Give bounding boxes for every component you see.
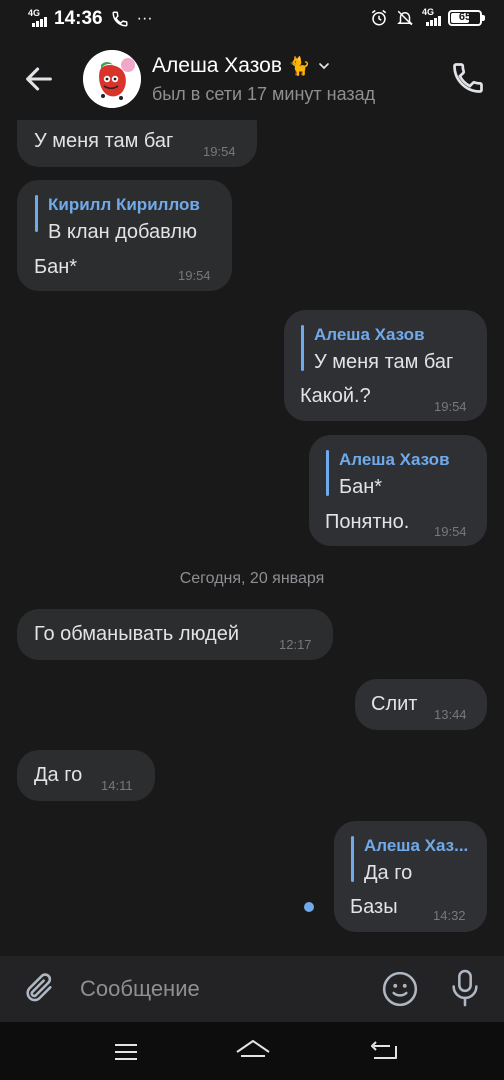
reply-bar xyxy=(351,836,354,882)
menu-icon[interactable] xyxy=(114,1042,138,1062)
reply-author: Алеша Хаз... xyxy=(364,836,469,855)
arrow-left-icon[interactable] xyxy=(22,62,56,96)
reply-text: Бан* xyxy=(339,476,383,498)
message-text: Го обманывать людей xyxy=(34,623,240,645)
message-time: 14:32 xyxy=(433,908,466,923)
unread-indicator xyxy=(304,902,314,912)
message-time: 19:54 xyxy=(178,268,211,283)
paperclip-icon[interactable] xyxy=(22,971,56,1005)
chat-header: Алеша Хазов 🐈 был в сети 17 минут назад xyxy=(0,38,504,120)
message-text: Слит xyxy=(371,693,418,715)
cat-emoji: 🐈 xyxy=(287,55,311,76)
message-text: Бан* xyxy=(34,256,78,278)
message-text: У меня там баг xyxy=(34,130,174,152)
message-bubble-in[interactable]: Го обманывать людей 12:17 xyxy=(17,609,333,660)
more-dots: ··· xyxy=(136,10,153,27)
status-time: 14:36 xyxy=(54,8,103,29)
wifi-call-icon xyxy=(112,11,128,27)
reply-bar xyxy=(301,325,304,371)
message-bubble-in[interactable]: Кирилл Кириллов В клан добавлю Бан* 19:5… xyxy=(17,180,232,291)
microphone-icon[interactable] xyxy=(448,968,482,1008)
reply-author: Кирилл Кириллов xyxy=(48,195,200,214)
message-bubble-out[interactable]: Алеша Хазов Бан* Понятно. 19:54 xyxy=(309,435,487,546)
signal-icon-2: 4G xyxy=(422,8,441,28)
phone-icon[interactable] xyxy=(450,60,486,96)
date-separator: Сегодня, 20 января xyxy=(179,570,325,587)
message-time: 14:11 xyxy=(101,778,133,793)
message-bubble-out[interactable]: Слит 13:44 xyxy=(355,679,487,730)
status-bar: 4G 14:36 ··· 4G 65 xyxy=(0,0,504,38)
home-icon[interactable] xyxy=(234,1038,272,1064)
mute-bell-icon xyxy=(397,10,413,26)
message-time: 19:54 xyxy=(434,524,467,539)
reply-text: У меня там баг xyxy=(314,351,454,373)
message-composer xyxy=(0,956,504,1022)
smiley-icon[interactable] xyxy=(381,970,419,1008)
signal-icon: 4G xyxy=(28,9,47,29)
message-bubble-out[interactable]: Алеша Хазов У меня там баг Какой.? 19:54 xyxy=(284,310,487,421)
message-bubble-in[interactable]: Да го 14:11 xyxy=(17,750,155,801)
back-nav-icon[interactable] xyxy=(370,1040,398,1062)
message-bubble-out[interactable]: Алеша Хаз... Да го Базы 14:32 xyxy=(334,821,487,932)
message-text: Да го xyxy=(34,764,83,786)
avatar[interactable] xyxy=(83,50,141,108)
message-time: 13:44 xyxy=(434,707,467,722)
reply-text: В клан добавлю xyxy=(48,221,198,243)
reply-bar xyxy=(35,195,38,232)
chevron-down-icon[interactable] xyxy=(316,58,332,74)
contact-status: был в сети 17 минут назад xyxy=(152,84,376,104)
battery-icon: 65 xyxy=(448,10,485,26)
reply-author: Алеша Хазов xyxy=(314,325,425,344)
alarm-icon xyxy=(371,9,387,26)
reply-text: Да го xyxy=(364,862,413,884)
message-time: 19:54 xyxy=(203,144,236,159)
message-text: Какой.? xyxy=(300,385,371,407)
reply-bar xyxy=(326,450,329,496)
message-time: 12:17 xyxy=(279,637,312,652)
chat-screen: 4G 14:36 ··· 4G 65 Алеша Хазов 🐈 был в с… xyxy=(0,0,504,1080)
message-time: 19:54 xyxy=(434,399,467,414)
message-text: Базы xyxy=(350,896,398,918)
message-input[interactable] xyxy=(80,973,360,1005)
system-nav-bar xyxy=(0,1022,504,1080)
contact-name[interactable]: Алеша Хазов xyxy=(152,54,282,78)
reply-author: Алеша Хазов xyxy=(339,450,450,469)
message-text: Понятно. xyxy=(325,511,410,533)
